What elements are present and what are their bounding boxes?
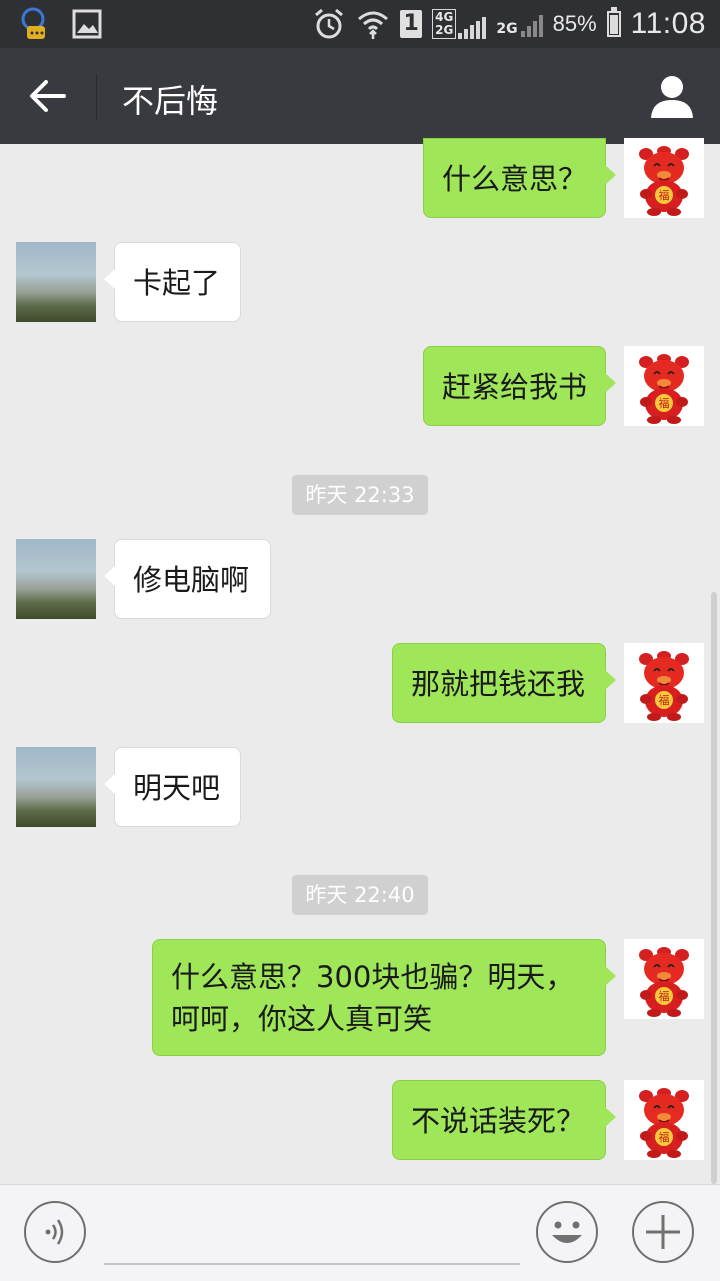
network-indicator-1: 4G 2G <box>432 9 487 39</box>
my-avatar[interactable]: 福 <box>624 346 704 426</box>
contact-avatar[interactable] <box>16 747 96 827</box>
arrow-left-icon <box>30 80 66 112</box>
network-indicator-2: 2G <box>496 11 543 37</box>
more-button[interactable] <box>632 1201 694 1263</box>
timestamp-label: 昨天 22:40 <box>292 875 428 915</box>
clock: 11:08 <box>630 7 706 40</box>
profile-button[interactable] <box>648 72 696 120</box>
message-input[interactable] <box>104 1263 520 1265</box>
image-icon <box>72 9 102 39</box>
received-bubble[interactable]: 明天吧 <box>104 747 241 827</box>
received-bubble[interactable]: 卡起了 <box>104 242 241 322</box>
fu-badge-text: 福 <box>659 396 670 410</box>
battery-icon <box>606 7 621 37</box>
fu-badge-text: 福 <box>659 693 670 707</box>
voice-icon <box>45 1219 64 1245</box>
network2-label: 2G <box>496 21 518 37</box>
fu-badge-text: 福 <box>659 989 670 1003</box>
status-bar: 1 4G 2G 2G 85% 11:08 <box>0 0 720 48</box>
plus-icon <box>646 1215 680 1249</box>
emoji-icon <box>552 1221 582 1243</box>
person-icon <box>651 76 693 118</box>
voice-button[interactable] <box>24 1201 86 1263</box>
my-avatar[interactable]: 福 <box>624 138 704 218</box>
mascot-avatar-icon: 福 <box>638 650 690 722</box>
mascot-avatar-icon: 福 <box>638 1087 690 1159</box>
contact-avatar[interactable] <box>16 539 96 619</box>
chat-title: 不后悔 <box>122 82 219 120</box>
chat-header: 不后悔 <box>0 48 720 144</box>
sent-bubble[interactable]: 什么意思？ <box>423 138 616 218</box>
bubble-line-2: 呵呵，你这人真可笑 <box>171 1002 433 1036</box>
sent-bubble[interactable]: 什么意思？300块也骗？明天， 呵呵，你这人真可笑 <box>152 939 616 1056</box>
wifi-icon <box>358 11 389 39</box>
my-avatar[interactable]: 福 <box>624 939 704 1019</box>
contact-avatar[interactable] <box>16 242 96 322</box>
status-left-icons <box>18 6 102 42</box>
fu-badge-text: 福 <box>659 1130 670 1144</box>
sent-bubble[interactable]: 赶紧给我书 <box>423 346 616 426</box>
header-divider <box>96 74 97 120</box>
alarm-icon <box>315 8 344 39</box>
network-bottom-label: 2G <box>435 23 454 37</box>
received-bubble[interactable]: 修电脑啊 <box>104 539 271 619</box>
battery-percent: 85% <box>552 11 597 36</box>
emoji-button[interactable] <box>536 1201 598 1263</box>
sent-bubble[interactable]: 不说话装死？ <box>392 1080 616 1160</box>
back-button[interactable] <box>22 70 74 122</box>
signal-bars-2-icon <box>520 11 543 37</box>
chat-scrollbar[interactable] <box>711 592 717 1184</box>
sent-bubble[interactable]: 那就把钱还我 <box>392 643 616 723</box>
fu-badge-text: 福 <box>659 188 670 202</box>
my-avatar[interactable]: 福 <box>624 1080 704 1160</box>
bubble-line-1: 什么意思？300块也骗？明天， <box>171 960 575 994</box>
mascot-avatar-icon: 福 <box>638 946 690 1018</box>
timestamp-label: 昨天 22:33 <box>292 475 428 515</box>
mascot-avatar-icon: 福 <box>638 145 690 217</box>
my-avatar[interactable]: 福 <box>624 643 704 723</box>
signal-bars-icon <box>458 13 487 39</box>
sim-indicator: 1 <box>400 10 423 38</box>
mascot-avatar-icon: 福 <box>638 353 690 425</box>
notification-chat-icon <box>21 7 45 39</box>
status-right: 1 4G 2G 2G 85% 11:08 <box>312 0 706 48</box>
input-bar <box>0 1184 720 1281</box>
